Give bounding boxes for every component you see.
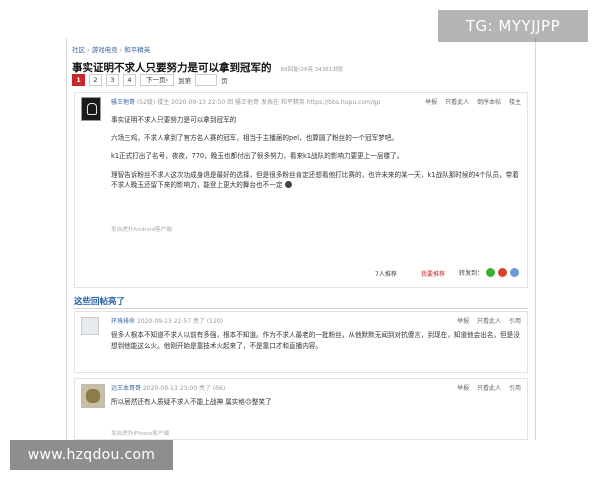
qq-share-icon[interactable]	[510, 268, 519, 277]
thread-stats: 69回复/26亮 34361浏览	[280, 67, 344, 73]
avatar[interactable]	[81, 384, 105, 408]
post-paragraph: 事实证明不求人只要努力是可以拿到冠军的	[111, 116, 237, 124]
breadcrumb: 社区 › 游戏电竞 › 和平精英	[72, 44, 150, 54]
post-paragraph-text: 理智告诉粉丝不求人这次功成身退是最好的选择，但是很多粉丝肯定还想看他打比赛的，也…	[111, 170, 519, 189]
reply-body: 很多人根本不知道不求人以前有多强，根本不知道。作为不求人最老的一批粉丝，从他默默…	[111, 331, 520, 350]
avatar[interactable]	[81, 317, 99, 335]
post-paragraph: 理智告诉粉丝不求人这次功成身退是最好的选择，但是很多粉丝肯定还想看他打比赛的，也…	[111, 170, 523, 190]
post-timestamp: 2020-09-13 22:50	[171, 99, 226, 106]
post-paragraph: 六场三鸡，不求人拿到了官方名人赛的冠军，相当于主播届的pel，也算圆了粉丝的一个…	[111, 134, 399, 143]
page-jump-input[interactable]	[195, 74, 218, 86]
breadcrumb-sep: ›	[87, 46, 90, 54]
report-link[interactable]: 举报	[425, 99, 437, 106]
post-actions: 举报 只看此人 倒序本帖 楼主	[419, 97, 521, 106]
reply-username[interactable]: 环境排命	[111, 318, 135, 325]
jump-label: 到第	[178, 77, 192, 85]
next-page-button[interactable]: 下一页›	[140, 74, 175, 86]
reverse-order-link[interactable]: 倒序本帖	[477, 99, 501, 106]
reply-actions: 举报 只看此人 引用	[451, 316, 521, 325]
only-this-user-link[interactable]: 只看此人	[477, 318, 501, 325]
post-header-extra: 回 骚王他哥 发表在 和平精英 https://bbs.hupu.com/gp	[227, 99, 381, 106]
main-post: 骚王他哥 (52级) 楼主 2020-09-13 22:50 回 骚王他哥 发表…	[74, 92, 528, 288]
reply-body: 所以居然还有人质疑不求人不能上战神 属实格🙃整笑了	[111, 398, 272, 406]
breadcrumb-item-esports[interactable]: 游戏电竞	[92, 46, 118, 54]
share-bar: 转发到：	[459, 268, 519, 277]
reply-timestamp: 2020-09-13 23:00	[142, 385, 198, 392]
page: TG: MYYJJPP 社区 › 游戏电竞 › 和平精英 事实证明不求人只要努力是可以拿…	[0, 0, 600, 480]
quote-link[interactable]: 引用	[509, 318, 521, 325]
page-button-4[interactable]: 4	[123, 74, 136, 86]
wechat-share-icon[interactable]	[486, 268, 495, 277]
post-header: 骚王他哥 (52级) 楼主 2020-09-13 22:50 回 骚王他哥 发表…	[111, 97, 381, 106]
thread-title-row: 事实证明不求人只要努力是可以拿到冠军的 69回复/26亮 34361浏览	[72, 56, 343, 75]
only-this-user-link[interactable]: 只看此人	[477, 385, 501, 392]
reply-actions: 举报 只看此人 引用	[451, 383, 521, 392]
reply-item: 远王本哥哥 2020-09-13 23:00 亮了 (66) 举报 只看此人 引…	[74, 378, 528, 440]
post-username[interactable]: 骚王他哥	[111, 99, 135, 106]
user-level: (52级)	[136, 99, 156, 106]
recommend-count: 7人推荐	[375, 271, 397, 278]
reply-header: 远王本哥哥 2020-09-13 23:00 亮了 (66)	[111, 383, 225, 392]
reply-username[interactable]: 远王本哥哥	[111, 385, 141, 392]
post-footer: 7人推荐 我要推荐 转发到：	[75, 265, 527, 281]
emoji-icon	[284, 181, 292, 189]
reply-timestamp: 2020-09-13 22:57	[136, 318, 192, 325]
recommend-button[interactable]: 我要推荐	[421, 269, 445, 278]
avatar[interactable]	[81, 97, 101, 121]
site-watermark: www.hzqdou.com	[10, 440, 173, 470]
reply-item: 环境排命 2020-09-13 22:57 亮了 (120) 举报 只看此人 引…	[74, 311, 528, 373]
hot-replies-title: 这些回帖亮了	[74, 295, 528, 309]
post-source: 发自虎扑Android客户端	[111, 227, 172, 233]
pagination: 1 2 3 4 下一页› 到第 页	[72, 74, 228, 86]
floor-label: 楼主	[508, 99, 521, 106]
page-button-1[interactable]: 1	[72, 74, 85, 86]
reply-source: 发自虎扑iPhone客户端	[111, 431, 170, 437]
page-suffix: 页	[221, 77, 228, 85]
breadcrumb-item-pubg[interactable]: 和平精英	[124, 46, 150, 54]
page-button-3[interactable]: 3	[106, 74, 119, 86]
quote-link[interactable]: 引用	[509, 385, 521, 392]
tg-overlay-label: TG: MYYJJPP	[438, 10, 588, 42]
breadcrumb-item-community[interactable]: 社区	[72, 46, 85, 54]
report-link[interactable]: 举报	[457, 385, 469, 392]
weibo-share-icon[interactable]	[498, 268, 507, 277]
page-button-2[interactable]: 2	[89, 74, 102, 86]
post-body: 事实证明不求人只要努力是可以拿到冠军的 六场三鸡，不求人拿到了官方名人赛的冠军，…	[111, 115, 523, 198]
reply-header: 环境排命 2020-09-13 22:57 亮了 (120)	[111, 316, 223, 325]
share-label: 转发到：	[458, 270, 483, 277]
only-this-user-link[interactable]: 只看此人	[445, 99, 469, 106]
report-link[interactable]: 举报	[457, 318, 469, 325]
post-paragraph: k1正式打出了名号，夜夜，770，晚玉也都付出了很多努力，看来k1战队的影响力要…	[111, 152, 404, 161]
light-count[interactable]: 亮了 (66)	[199, 385, 225, 392]
thread-title: 事实证明不求人只要努力是可以拿到冠军的	[72, 62, 272, 74]
light-count[interactable]: 亮了 (120)	[193, 318, 223, 325]
op-badge: 楼主	[157, 99, 170, 106]
